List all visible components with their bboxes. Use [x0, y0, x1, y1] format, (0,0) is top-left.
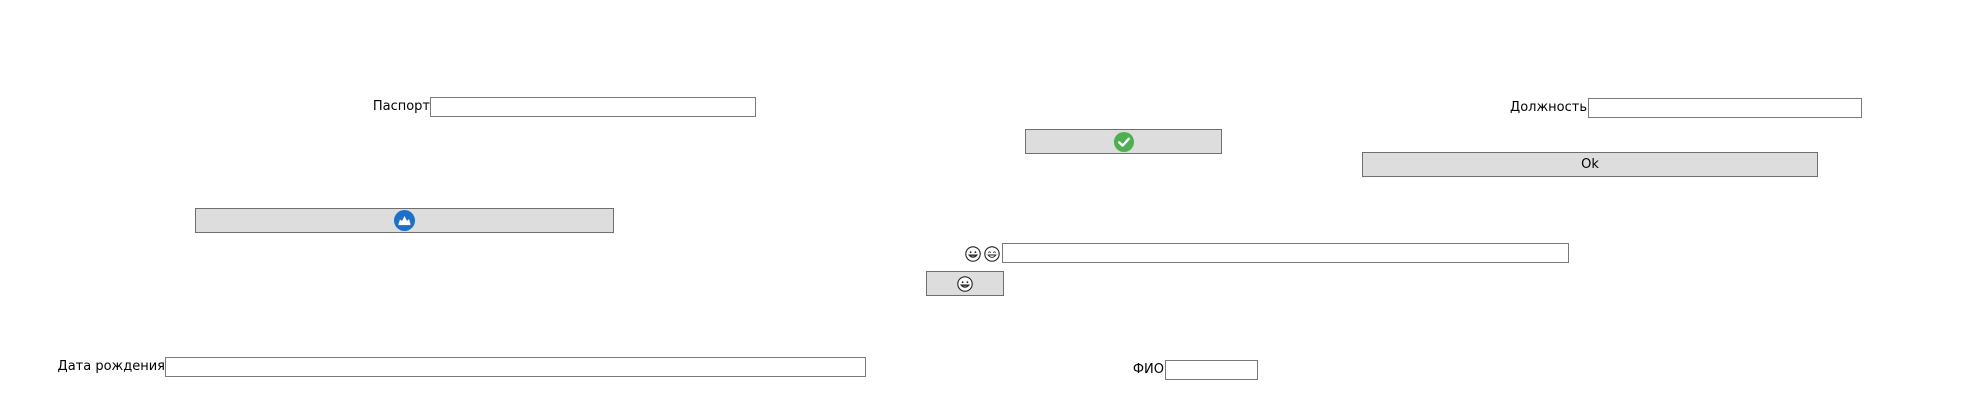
emoji-button[interactable]	[926, 271, 1004, 296]
birth-date-field[interactable]	[165, 357, 866, 377]
birth-date-label: Дата рождения	[57, 359, 165, 374]
confirm-check-button[interactable]	[1025, 129, 1222, 154]
grinning-face-icon	[965, 246, 981, 262]
passport-field[interactable]	[430, 97, 756, 117]
laughing-face-icon	[984, 246, 1000, 262]
passport-label: Паспорт	[372, 99, 430, 114]
check-circle-icon	[1113, 131, 1134, 152]
full-name-label: ФИО	[1132, 362, 1164, 377]
cloud-action-button[interactable]	[195, 208, 614, 233]
full-name-field[interactable]	[1165, 360, 1258, 380]
position-label: Должность	[1510, 100, 1587, 115]
ok-button[interactable]: Ok	[1362, 152, 1818, 177]
cloud-badge-icon	[394, 210, 415, 231]
emoji-field[interactable]	[1002, 243, 1569, 263]
position-field[interactable]	[1588, 98, 1862, 118]
grinning-face-icon	[957, 275, 973, 292]
